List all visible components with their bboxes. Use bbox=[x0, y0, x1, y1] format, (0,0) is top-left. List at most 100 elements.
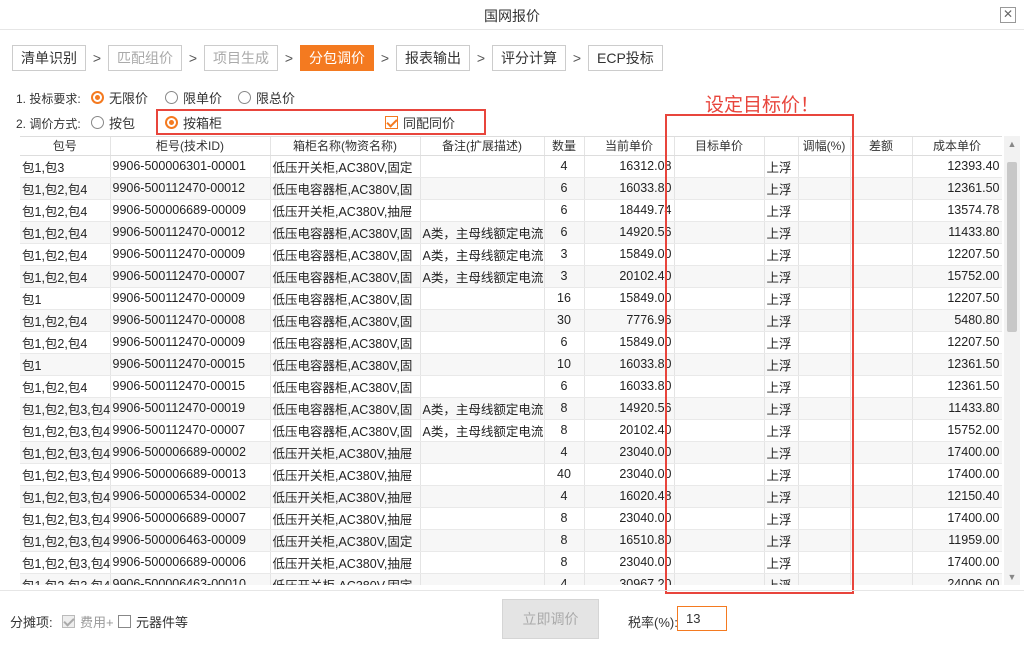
cell-range[interactable] bbox=[798, 397, 851, 420]
cell-direction[interactable]: 上浮 bbox=[764, 463, 799, 486]
cell-direction[interactable]: 上浮 bbox=[764, 353, 799, 376]
cell-target-price[interactable] bbox=[674, 177, 765, 200]
scroll-down-icon[interactable]: ▼ bbox=[1004, 569, 1020, 585]
cell-target-price[interactable] bbox=[674, 397, 765, 420]
fee-checkbox[interactable]: 费用+ bbox=[62, 612, 114, 631]
scroll-up-icon[interactable]: ▲ bbox=[1004, 136, 1020, 152]
cell-direction[interactable]: 上浮 bbox=[764, 177, 799, 200]
table-row[interactable]: 包1,包2,包3,包4 9906-500006689-00002 低压开关柜,AC3… bbox=[20, 441, 1002, 464]
cell-range[interactable] bbox=[798, 177, 851, 200]
table-row[interactable]: 包1,包2,包3,包4 9906-500112470-00019 低压电容器柜,AC… bbox=[20, 397, 1002, 420]
cell-range[interactable] bbox=[798, 529, 851, 552]
table-row[interactable]: 包1,包2,包4 9906-500112470-00012 低压电容器柜,AC380… bbox=[20, 177, 1002, 200]
table-row[interactable]: 包1 9906-500112470-00009 低压电容器柜,AC380V,固 16 1… bbox=[20, 287, 1002, 310]
step-tab-3[interactable]: 分包调价 bbox=[300, 45, 374, 71]
step-tab-2[interactable]: 项目生成 bbox=[204, 45, 278, 71]
vertical-scrollbar[interactable]: ▲ ▼ bbox=[1004, 136, 1020, 585]
col-header-remark[interactable]: 备注(扩展描述) bbox=[420, 137, 545, 156]
step-tab-1[interactable]: 匹配组价 bbox=[108, 45, 182, 71]
col-header-current-price[interactable]: 当前单价 bbox=[584, 137, 675, 156]
cell-target-price[interactable] bbox=[674, 441, 765, 464]
table-row[interactable]: 包1,包2,包3,包49906-500006463-00010低压开关柜,AC3… bbox=[20, 573, 1002, 585]
cell-range[interactable] bbox=[798, 419, 851, 442]
radio-by-package[interactable]: 按包 bbox=[91, 113, 135, 132]
cell-target-price[interactable] bbox=[674, 529, 765, 552]
cell-range[interactable] bbox=[798, 243, 851, 266]
component-checkbox[interactable]: 元器件等 bbox=[118, 612, 188, 631]
cell-range[interactable] bbox=[798, 155, 851, 178]
table-row[interactable]: 包1 9906-500112470-00015 低压电容器柜,AC380V,固 10 1… bbox=[20, 353, 1002, 376]
table-row[interactable]: 包1,包2,包4 9906-500006689-00009 低压开关柜,AC380V… bbox=[20, 199, 1002, 222]
table-row[interactable]: 包1,包2,包3,包4 9906-500112470-00007 低压电容器柜,AC… bbox=[20, 419, 1002, 442]
cell-direction[interactable]: 上浮 bbox=[764, 155, 799, 178]
cell-direction[interactable]: 上浮 bbox=[764, 331, 799, 354]
table-row[interactable]: 包1,包3 9906-500006301-00001 低压开关柜,AC380V,固定… bbox=[20, 155, 1002, 178]
step-tab-0[interactable]: 清单识别 bbox=[12, 45, 86, 71]
cell-target-price[interactable] bbox=[674, 155, 765, 178]
col-header-target-price[interactable]: 目标单价 bbox=[674, 137, 765, 156]
col-header-difference[interactable]: 差额 bbox=[850, 137, 913, 156]
cell-range[interactable] bbox=[798, 441, 851, 464]
tax-rate-input[interactable]: 13 bbox=[677, 606, 727, 631]
cell-range[interactable] bbox=[798, 485, 851, 508]
cell-direction[interactable]: 上浮 bbox=[764, 375, 799, 398]
cell-range[interactable] bbox=[798, 375, 851, 398]
col-header-cost-price[interactable]: 成本单价 bbox=[912, 137, 1002, 156]
cell-range[interactable] bbox=[798, 507, 851, 530]
col-header-package[interactable]: 包号 bbox=[20, 137, 111, 156]
cell-target-price[interactable] bbox=[674, 551, 765, 574]
col-header-cabinet-name[interactable]: 箱柜名称(物资名称) bbox=[270, 137, 421, 156]
cell-direction[interactable]: 上浮 bbox=[764, 243, 799, 266]
cell-direction[interactable]: 上浮 bbox=[764, 529, 799, 552]
cell-direction[interactable]: 上浮 bbox=[764, 551, 799, 574]
table-row[interactable]: 包1,包2,包3,包4 9906-500006689-00007 低压开关柜,AC3… bbox=[20, 507, 1002, 530]
cell-target-price[interactable] bbox=[674, 331, 765, 354]
cell-range[interactable] bbox=[798, 463, 851, 486]
cell-target-price[interactable] bbox=[674, 463, 765, 486]
table-row[interactable]: 包1,包2,包3,包4 9906-500006463-00009 低压开关柜,AC3… bbox=[20, 529, 1002, 552]
cell-direction[interactable]: 上浮 bbox=[764, 441, 799, 464]
table-row[interactable]: 包1,包2,包4 9906-500112470-00007 低压电容器柜,AC380… bbox=[20, 265, 1002, 288]
cell-direction[interactable]: 上浮 bbox=[764, 221, 799, 244]
cell-target-price[interactable] bbox=[674, 287, 765, 310]
cell-range[interactable] bbox=[798, 309, 851, 332]
cell-target-price[interactable] bbox=[674, 573, 765, 585]
col-header-range[interactable]: 调幅(%) bbox=[798, 137, 851, 156]
cell-range[interactable] bbox=[798, 353, 851, 376]
radio-no-limit[interactable]: 无限价 bbox=[91, 88, 148, 107]
table-row[interactable]: 包1,包2,包3,包4 9906-500006689-00013 低压开关柜,AC3… bbox=[20, 463, 1002, 486]
cell-direction[interactable]: 上浮 bbox=[764, 397, 799, 420]
table-row[interactable]: 包1,包2,包4 9906-500112470-00008 低压电容器柜,AC380… bbox=[20, 309, 1002, 332]
cell-target-price[interactable] bbox=[674, 375, 765, 398]
cell-target-price[interactable] bbox=[674, 221, 765, 244]
cell-range[interactable] bbox=[798, 265, 851, 288]
cell-target-price[interactable] bbox=[674, 243, 765, 266]
apply-adjust-button[interactable]: 立即调价 bbox=[502, 599, 599, 639]
cell-direction[interactable]: 上浮 bbox=[764, 287, 799, 310]
same-price-checkbox[interactable]: 同配同价 bbox=[385, 113, 455, 132]
cell-direction[interactable]: 上浮 bbox=[764, 485, 799, 508]
col-header-quantity[interactable]: 数量 bbox=[544, 137, 585, 156]
cell-range[interactable] bbox=[798, 331, 851, 354]
radio-by-cabinet[interactable]: 按箱柜 bbox=[165, 113, 222, 132]
table-row[interactable]: 包1,包2,包3,包4 9906-500006689-00006 低压开关柜,AC3… bbox=[20, 551, 1002, 574]
table-row[interactable]: 包1,包2,包4 9906-500112470-00009 低压电容器柜,AC380… bbox=[20, 243, 1002, 266]
cell-target-price[interactable] bbox=[674, 419, 765, 442]
table-row[interactable]: 包1,包2,包4 9906-500112470-00015 低压电容器柜,AC380… bbox=[20, 375, 1002, 398]
cell-direction[interactable]: 上浮 bbox=[764, 573, 799, 585]
cell-direction[interactable]: 上浮 bbox=[764, 199, 799, 222]
cell-range[interactable] bbox=[798, 221, 851, 244]
radio-unit-limit[interactable]: 限单价 bbox=[165, 88, 222, 107]
cell-range[interactable] bbox=[798, 551, 851, 574]
step-tab-5[interactable]: 评分计算 bbox=[492, 45, 566, 71]
cell-target-price[interactable] bbox=[674, 265, 765, 288]
table-row[interactable]: 包1,包2,包3,包4 9906-500006534-00002 低压开关柜,AC3… bbox=[20, 485, 1002, 508]
cell-target-price[interactable] bbox=[674, 309, 765, 332]
cell-range[interactable] bbox=[798, 199, 851, 222]
col-header-cabinet-id[interactable]: 柜号(技术ID) bbox=[110, 137, 271, 156]
scrollbar-thumb[interactable] bbox=[1007, 162, 1017, 332]
cell-range[interactable] bbox=[798, 573, 851, 585]
table-row[interactable]: 包1,包2,包4 9906-500112470-00009 低压电容器柜,AC380… bbox=[20, 331, 1002, 354]
step-tab-6[interactable]: ECP投标 bbox=[588, 45, 663, 71]
cell-target-price[interactable] bbox=[674, 507, 765, 530]
